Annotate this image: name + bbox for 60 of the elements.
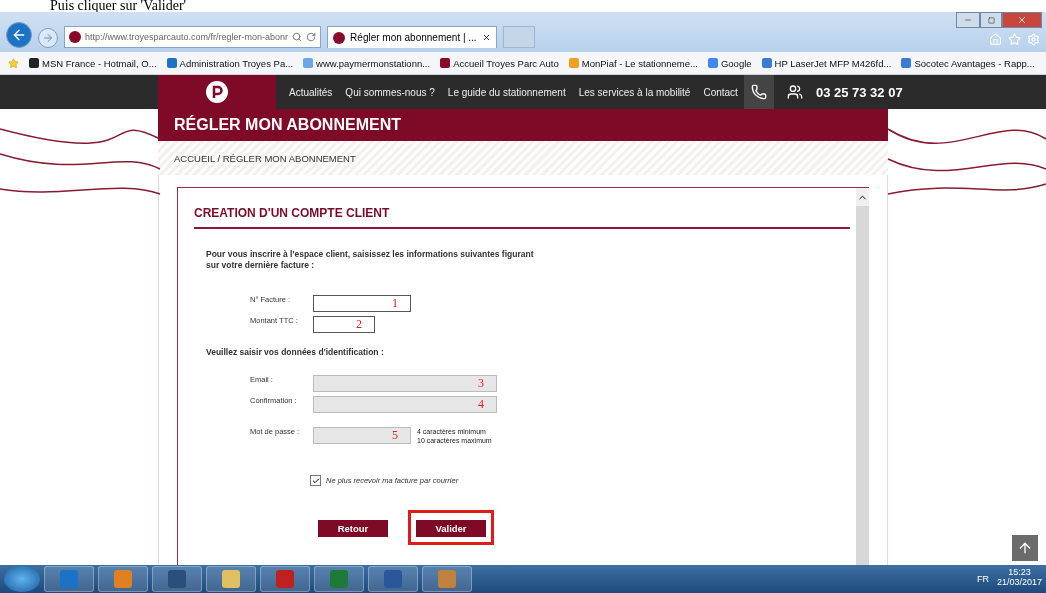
minimize-icon	[964, 16, 972, 24]
close-icon	[1017, 15, 1027, 25]
star-icon[interactable]	[1008, 33, 1021, 46]
maximize-button[interactable]	[980, 12, 1002, 28]
nav-link[interactable]: Actualités	[289, 86, 333, 98]
form-button[interactable]: Retour	[318, 520, 388, 537]
nav-link[interactable]: Contact	[703, 86, 738, 98]
close-button[interactable]	[1002, 12, 1042, 28]
maximize-icon	[987, 16, 995, 24]
language-indicator[interactable]: FR	[976, 574, 989, 584]
favorite-link[interactable]: MonPiaf - Le stationneme...	[568, 57, 698, 69]
taskbar-app-button[interactable]	[206, 566, 256, 592]
section-heading: Veuillez saisir vos données d'identification :	[206, 347, 385, 357]
taskbar-app-button[interactable]	[98, 566, 148, 592]
form-button[interactable]: Valider	[416, 520, 486, 537]
browser-tab[interactable]: Régler mon abonnement | ...	[327, 26, 497, 48]
form-title: CREATION D'UN COMPTE CLIENT	[194, 198, 850, 229]
input-field[interactable]: 1	[313, 295, 411, 312]
home-icon[interactable]	[989, 33, 1002, 46]
favorite-link[interactable]: Google	[707, 57, 752, 69]
scrollbar[interactable]	[856, 188, 869, 565]
clock-date[interactable]: 21/03/2017	[996, 576, 1042, 587]
site-logo-icon	[69, 31, 81, 43]
back-button[interactable]	[6, 22, 32, 48]
favorite-link[interactable]: Socotec Avantages - Rapp...	[901, 57, 1035, 69]
address-bar[interactable]: http://www.troyesparcauto.com/fr/regler-mon-abonr	[64, 26, 322, 48]
nav-link[interactable]: Le guide du stationnement	[447, 86, 566, 98]
input-field[interactable]: 2	[313, 316, 375, 333]
favorite-link[interactable]: Administration Troyes Pa...	[166, 57, 294, 69]
intro-text: Pour vous inscrire à l'espace client, saisissez les informations suivantes figurant sur votre dernière facture :	[206, 249, 535, 271]
favorites-star-icon[interactable]	[8, 57, 19, 69]
nav-link[interactable]: Qui sommes-nous ?	[345, 86, 435, 98]
taskbar-app-button[interactable]	[260, 566, 310, 592]
new-tab-button[interactable]	[502, 26, 535, 48]
search-icon[interactable]	[292, 32, 303, 42]
checkbox[interactable]	[310, 475, 321, 486]
taskbar-app-button[interactable]	[44, 566, 94, 592]
refresh-icon[interactable]	[306, 32, 317, 42]
taskbar-app-button[interactable]	[422, 566, 472, 592]
page-title: RÉGLER MON ABONNEMENT	[174, 116, 401, 134]
taskbar-app-button[interactable]	[368, 566, 418, 592]
minimize-button[interactable]	[956, 12, 980, 28]
close-icon[interactable]	[481, 33, 491, 42]
phone-icon[interactable]	[743, 75, 774, 109]
favorite-link[interactable]: MSN France - Hotmail, O...	[29, 57, 157, 69]
nav-link[interactable]: Les services à la mobilité	[578, 86, 691, 98]
settings-icon[interactable]	[1027, 33, 1040, 46]
forward-button[interactable]	[38, 28, 58, 48]
favorite-link[interactable]: www.paymermonstationn...	[303, 57, 431, 69]
scroll-top-button[interactable]	[1012, 535, 1038, 561]
phone-number: 03 25 73 32 07	[815, 84, 903, 100]
logo[interactable]	[158, 75, 276, 109]
favorite-link[interactable]: HP LaserJet MFP M426fd...	[761, 57, 892, 69]
taskbar-app-button[interactable]	[152, 566, 202, 592]
breadcrumb: ACCUEIL / RÉGLER MON ABONNEMENT	[174, 152, 356, 164]
clock-time[interactable]: 15:23	[1008, 566, 1031, 577]
favorite-link[interactable]: Accueil Troyes Parc Auto	[440, 57, 559, 69]
start-button[interactable]	[4, 566, 40, 592]
arrow-right-icon	[42, 32, 54, 44]
taskbar-app-button[interactable]	[314, 566, 364, 592]
